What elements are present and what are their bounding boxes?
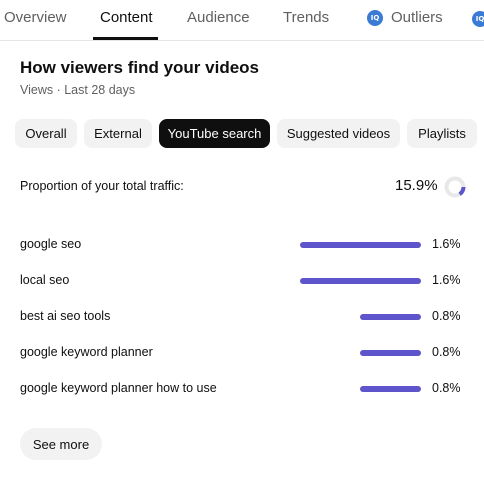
chip-external[interactable]: External [84,119,152,148]
search-term-bar [300,242,421,248]
tab-content[interactable]: Content [100,9,153,26]
chip-playlists[interactable]: Playlists [407,119,477,148]
tab-outliers[interactable]: IQ Outliers [367,9,443,26]
search-term-value: 0.8% [432,345,461,359]
chip-overall[interactable]: Overall [15,119,77,148]
active-tab-indicator [93,37,158,40]
proportion-label: Proportion of your total traffic: [20,179,184,193]
search-term-bar [360,386,421,392]
card-title: How viewers find your videos [20,58,260,77]
tab-audience[interactable]: Audience [187,9,250,26]
tab-overview[interactable]: Overview [4,9,67,26]
search-term-row[interactable]: google seo 1.6% [0,237,484,257]
search-term-value: 0.8% [432,309,461,323]
chip-suggested-videos[interactable]: Suggested videos [277,119,400,148]
search-term-value: 1.6% [432,273,461,287]
search-term-row[interactable]: local seo 1.6% [0,273,484,293]
analytics-tab-bar: Overview Content Audience Trends IQ Outl… [0,0,484,41]
extension-icon[interactable]: IQ [472,11,484,27]
search-term-value: 0.8% [432,381,461,395]
search-term-label: google keyword planner how to use [20,381,217,395]
card-subtitle: Views · Last 28 days [20,83,136,97]
search-term-bar [360,350,421,356]
proportion-value: 15.9% [395,177,438,194]
search-term-label: google seo [20,237,82,251]
outliers-extension-icon: IQ [367,9,383,26]
see-more-button[interactable]: See more [20,428,102,460]
chip-youtube-search[interactable]: YouTube search [159,119,270,148]
search-term-row[interactable]: google keyword planner 0.8% [0,345,484,365]
search-term-row[interactable]: google keyword planner how to use 0.8% [0,381,484,401]
search-term-label: local seo [20,273,70,287]
search-term-label: google keyword planner [20,345,153,359]
analytics-panel: Overview Content Audience Trends IQ Outl… [0,0,484,477]
search-term-row[interactable]: best ai seo tools 0.8% [0,309,484,329]
search-term-label: best ai seo tools [20,309,111,323]
tab-outliers-label: Outliers [391,9,443,26]
search-term-bar [300,278,421,284]
proportion-donut-chart [444,176,466,198]
tab-trends[interactable]: Trends [283,9,329,26]
search-term-value: 1.6% [432,237,461,251]
search-term-bar [360,314,421,320]
donut-arc [458,186,466,196]
